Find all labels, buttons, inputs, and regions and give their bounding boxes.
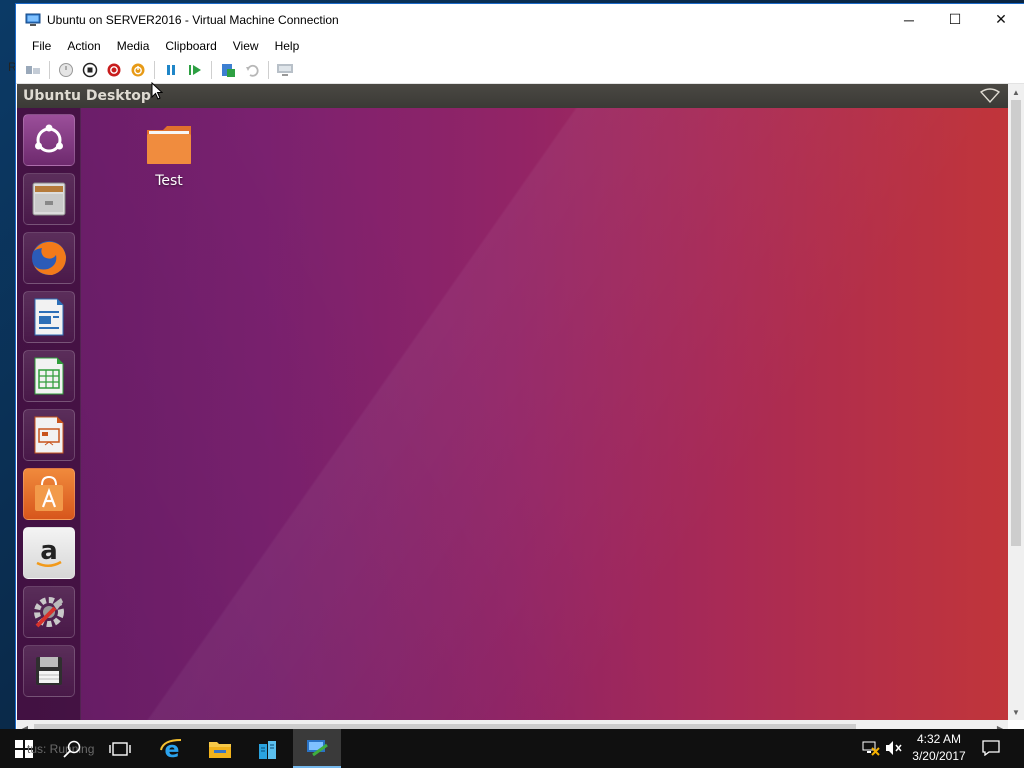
vm-connection-icon [25, 12, 41, 28]
libreoffice-calc-icon[interactable] [23, 350, 75, 402]
menu-bar: File Action Media Clipboard View Help [16, 35, 1024, 57]
desktop-folder-test[interactable]: Test [141, 124, 197, 189]
desktop-icon-label: Test [155, 173, 183, 189]
clock-time: 4:32 AM [916, 732, 962, 746]
start-icon[interactable] [56, 60, 76, 80]
vm-connection-window: Ubuntu on SERVER2016 - Virtual Machine C… [15, 3, 1024, 737]
toolbar-separator [49, 61, 50, 79]
revert-icon[interactable] [242, 60, 262, 80]
folder-icon [209, 741, 231, 758]
file-explorer-button[interactable] [196, 729, 244, 768]
network-icon[interactable] [979, 88, 1001, 107]
mouse-pointer-icon [151, 81, 164, 104]
task-view-icon [109, 741, 131, 756]
toolbar [16, 57, 1024, 84]
vertical-scrollbar[interactable]: ▲ ▼ [1008, 84, 1024, 720]
menu-help[interactable]: Help [267, 35, 308, 57]
reset-icon[interactable] [185, 60, 205, 80]
system-settings-icon[interactable] [23, 586, 75, 638]
menu-action[interactable]: Action [59, 35, 108, 57]
server-manager-icon [259, 740, 276, 759]
volume-muted-icon[interactable] [885, 739, 903, 757]
toolbar-separator [211, 61, 212, 79]
panel-title: Ubuntu Desktop [23, 88, 151, 104]
toolbar-separator [154, 61, 155, 79]
checkpoint-icon[interactable] [218, 60, 238, 80]
ubuntu-dash-icon[interactable] [23, 114, 75, 166]
menu-media[interactable]: Media [109, 35, 158, 57]
save-icon[interactable] [128, 60, 148, 80]
ubuntu-launcher: a [17, 108, 81, 720]
network-tray-icon[interactable] [862, 739, 880, 757]
scroll-down-arrow-icon[interactable]: ▼ [1008, 704, 1024, 720]
vm-connection-icon [307, 739, 328, 756]
minimize-button[interactable]: ─ [886, 4, 932, 35]
title-bar[interactable]: Ubuntu on SERVER2016 - Virtual Machine C… [16, 4, 1024, 35]
shut-down-icon[interactable] [104, 60, 124, 80]
window-title: Ubuntu on SERVER2016 - Virtual Machine C… [47, 12, 339, 27]
close-button[interactable]: ✕ [978, 4, 1024, 35]
ubuntu-software-icon[interactable] [23, 468, 75, 520]
action-center-icon[interactable] [982, 739, 1000, 757]
maximize-button[interactable]: ☐ [932, 4, 978, 35]
ubuntu-top-panel: Ubuntu Desktop [17, 84, 1008, 108]
menu-clipboard[interactable]: Clipboard [157, 35, 224, 57]
libreoffice-impress-icon[interactable] [23, 409, 75, 461]
folder-icon [147, 126, 191, 164]
internet-explorer-button[interactable]: e [148, 729, 196, 768]
toolbar-separator [268, 61, 269, 79]
enhanced-session-icon[interactable] [275, 60, 295, 80]
taskbar-clock[interactable]: 4:32 AM 3/20/2017 [906, 731, 972, 765]
server-manager-button[interactable] [245, 729, 293, 768]
windows-taskbar: tus: Running e 4:32 AM 3/20/2017 [0, 729, 1024, 768]
firefox-icon[interactable] [23, 232, 75, 284]
pause-icon[interactable] [161, 60, 181, 80]
menu-view[interactable]: View [225, 35, 267, 57]
search-button[interactable] [48, 729, 96, 768]
trash-disk-icon[interactable] [23, 645, 75, 697]
files-icon[interactable] [23, 173, 75, 225]
ctrl-alt-del-icon[interactable] [23, 60, 43, 80]
svg-text:a: a [40, 536, 58, 566]
menu-file[interactable]: File [24, 35, 59, 57]
search-icon [63, 740, 81, 758]
scroll-up-arrow-icon[interactable]: ▲ [1008, 84, 1024, 100]
vertical-scroll-thumb[interactable] [1011, 100, 1021, 546]
clock-date: 3/20/2017 [912, 749, 966, 763]
internet-explorer-icon: e [160, 738, 182, 762]
vm-connection-taskbar-button[interactable] [293, 729, 341, 768]
amazon-icon[interactable]: a [23, 527, 75, 579]
guest-screen[interactable]: Ubuntu Desktop a Test [17, 84, 1008, 720]
task-view-button[interactable] [96, 729, 144, 768]
turn-off-icon[interactable] [80, 60, 100, 80]
libreoffice-writer-icon[interactable] [23, 291, 75, 343]
